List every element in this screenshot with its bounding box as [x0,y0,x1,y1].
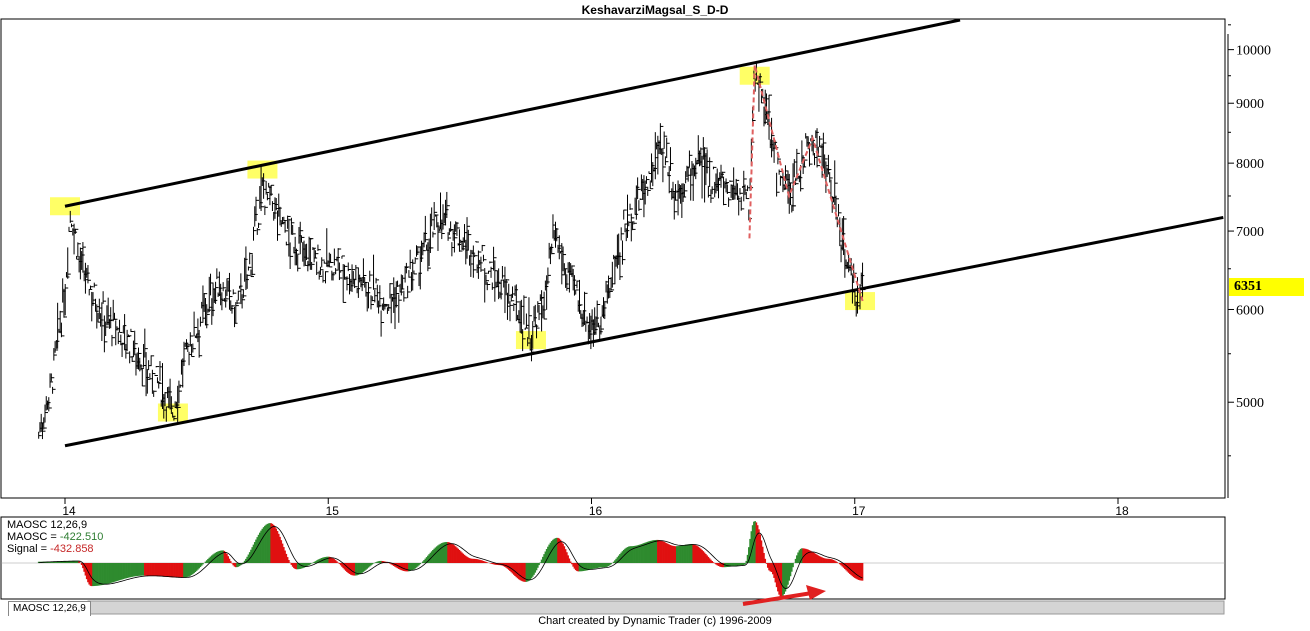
x-tick-label: 16 [589,504,603,518]
oscillator-legend: MAOSC 12,26,9 MAOSC = -422.510 Signal = … [7,519,103,555]
oscillator-panel [0,516,1226,600]
chart-canvas: 14 15 16 17 18 5000 6000 7000 8000 9000 10000 [0,18,1271,615]
tab-maosc[interactable]: MAOSC 12,26,9 [8,601,91,616]
x-tick-label: 15 [326,504,340,518]
y-tick-label: 8000 [1236,157,1264,172]
y-tick-label: 10000 [1236,44,1271,59]
x-tick-label: 17 [852,504,866,518]
y-tick-label: 9000 [1236,97,1264,112]
y-tick-label: 6000 [1236,303,1264,318]
pivot-highlight [515,331,546,350]
signal-label: Signal = [7,543,48,555]
signal-value: -432.858 [50,543,94,555]
maosc-label: MAOSC = [7,531,57,543]
y-tick-label: 7000 [1236,225,1264,240]
oscillator-name: MAOSC 12,26,9 [7,519,88,531]
maosc-value: -422.510 [59,531,104,543]
footer-credit: Chart created by Dynamic Trader (c) 1996… [538,615,772,627]
x-tick-label: 18 [1115,504,1129,518]
y-tick-label: 5000 [1236,396,1264,411]
last-price-label: 6351 [1229,278,1304,296]
scroll-strip[interactable] [87,600,1225,615]
x-tick-label: 14 [62,504,76,518]
